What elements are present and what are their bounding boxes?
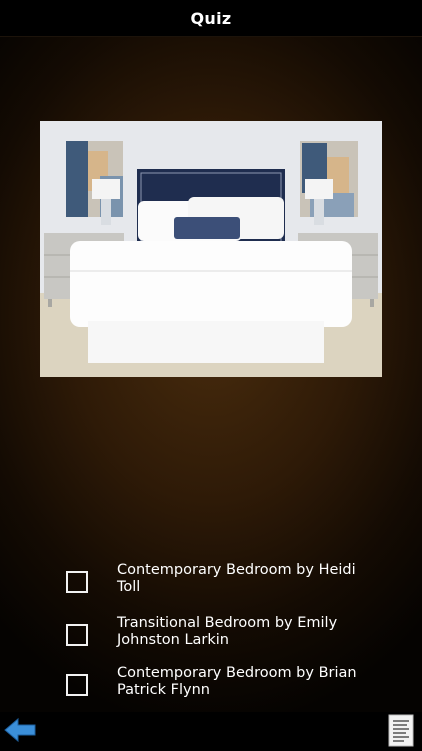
back-arrow-icon — [4, 717, 36, 743]
question-image — [40, 121, 382, 377]
answer-checkbox-1[interactable] — [66, 571, 88, 593]
answer-option-3[interactable]: Contemporary Bedroom by Brian Patrick Fl… — [66, 663, 366, 703]
notes-button[interactable] — [388, 714, 414, 747]
bottom-toolbar — [0, 712, 422, 750]
page-title: Quiz — [190, 8, 232, 28]
answer-checkbox-2[interactable] — [66, 624, 88, 646]
answer-checkbox-3[interactable] — [66, 674, 88, 696]
answer-label-3: Contemporary Bedroom by Brian Patrick Fl… — [117, 665, 357, 698]
answer-label-1: Contemporary Bedroom by Heidi Toll — [117, 562, 356, 595]
answer-option-2[interactable]: Transitional Bedroom by Emily Johnston L… — [66, 613, 366, 653]
bedroom-photo — [40, 121, 382, 377]
back-button[interactable] — [3, 716, 37, 744]
notes-icon — [388, 714, 414, 747]
answer-option-1[interactable]: Contemporary Bedroom by Heidi Toll — [66, 560, 366, 600]
title-bar: Quiz — [0, 0, 422, 37]
quiz-screen: Quiz Contemporary Bedroom by Heidi Toll … — [0, 0, 422, 750]
answer-label-2: Transitional Bedroom by Emily Johnston L… — [117, 615, 338, 648]
